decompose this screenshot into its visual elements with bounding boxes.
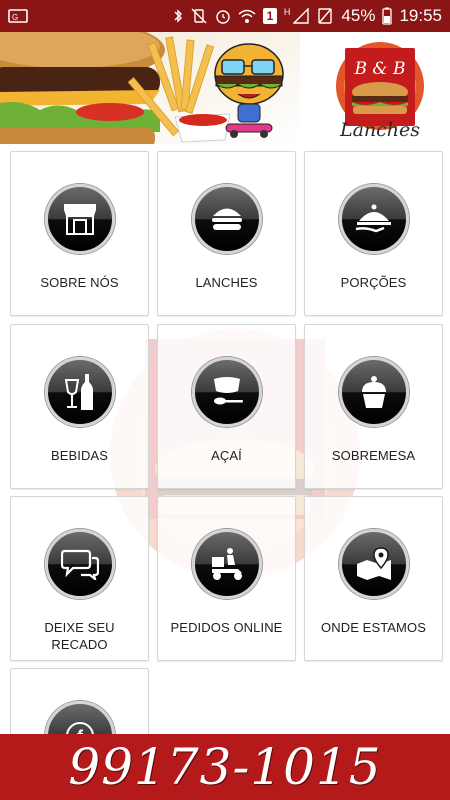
signal-icon xyxy=(293,8,310,24)
logo-text-bottom: Lanches xyxy=(339,119,420,140)
menu-tile-porcoes[interactable]: PORÇÕES xyxy=(304,151,443,316)
header-banner: B & B Lanches xyxy=(0,32,450,144)
clock: 19:55 xyxy=(399,6,442,25)
menu-tile-label: AÇAÍ xyxy=(211,448,242,463)
facebook-icon: f xyxy=(44,701,115,734)
menu-tile-facebook[interactable]: f xyxy=(10,668,149,734)
cast-icon: G xyxy=(8,8,28,24)
menu-tile-label: BEBIDAS xyxy=(50,448,109,463)
chat-icon xyxy=(44,529,115,599)
svg-text:G: G xyxy=(12,13,18,22)
logo-text-top: B & B xyxy=(354,59,406,79)
menu-tile-label: DEIXE SEU RECADO xyxy=(44,620,115,652)
burger-icon xyxy=(191,184,262,254)
cupcake-icon xyxy=(338,357,409,427)
network-type: H xyxy=(283,7,291,17)
menu-tile-label: SOBREMESA xyxy=(331,448,416,463)
menu-tile-sobremesa[interactable]: SOBREMESA xyxy=(304,324,443,489)
wifi-icon xyxy=(238,8,256,24)
svg-text:f: f xyxy=(77,727,84,734)
menu-tile-label: PEDIDOS ONLINE xyxy=(170,620,283,635)
drinks-icon xyxy=(44,357,115,427)
menu-tile-label: LANCHES xyxy=(195,275,258,290)
no-sim-icon xyxy=(316,8,334,24)
menu-tile-deixe-seu-recado[interactable]: DEIXE SEU RECADO xyxy=(10,496,149,661)
menu-grid: SOBRE NÓS LANCHES PORÇÕES BEBIDAS AÇAÍ S… xyxy=(0,144,450,734)
menu-tile-onde-estamos[interactable]: ONDE ESTAMOS xyxy=(304,496,443,661)
vibrate-mute-icon xyxy=(190,8,208,24)
menu-tile-lanches[interactable]: LANCHES xyxy=(157,151,296,316)
bluetooth-icon xyxy=(173,8,183,24)
delivery-scooter-icon xyxy=(191,529,262,599)
mascot-illustration xyxy=(214,43,284,138)
brand-logo: B & B Lanches xyxy=(325,36,435,141)
battery-percent: 45% xyxy=(341,6,376,25)
menu-tile-bebidas[interactable]: BEBIDAS xyxy=(10,324,149,489)
map-pin-icon xyxy=(338,529,409,599)
notification-badge: 1 xyxy=(262,8,277,24)
phone-banner[interactable]: 99173-1015 xyxy=(0,734,450,800)
phone-number: 99173-1015 xyxy=(68,738,382,796)
menu-tile-sobre-nos[interactable]: SOBRE NÓS xyxy=(10,151,149,316)
menu-tile-label: ONDE ESTAMOS xyxy=(321,620,426,635)
battery-icon xyxy=(382,7,393,25)
menu-tile-label: PORÇÕES xyxy=(340,275,407,290)
cloche-icon xyxy=(338,184,409,254)
status-bar: G 1 H 45% 19:55 xyxy=(0,0,450,32)
menu-tile-acai[interactable]: AÇAÍ xyxy=(157,324,296,489)
alarm-icon xyxy=(215,8,231,24)
menu-tile-label: SOBRE NÓS xyxy=(40,275,119,290)
bowl-icon xyxy=(191,357,262,427)
menu-tile-pedidos-online[interactable]: PEDIDOS ONLINE xyxy=(157,496,296,661)
store-icon xyxy=(44,184,115,254)
